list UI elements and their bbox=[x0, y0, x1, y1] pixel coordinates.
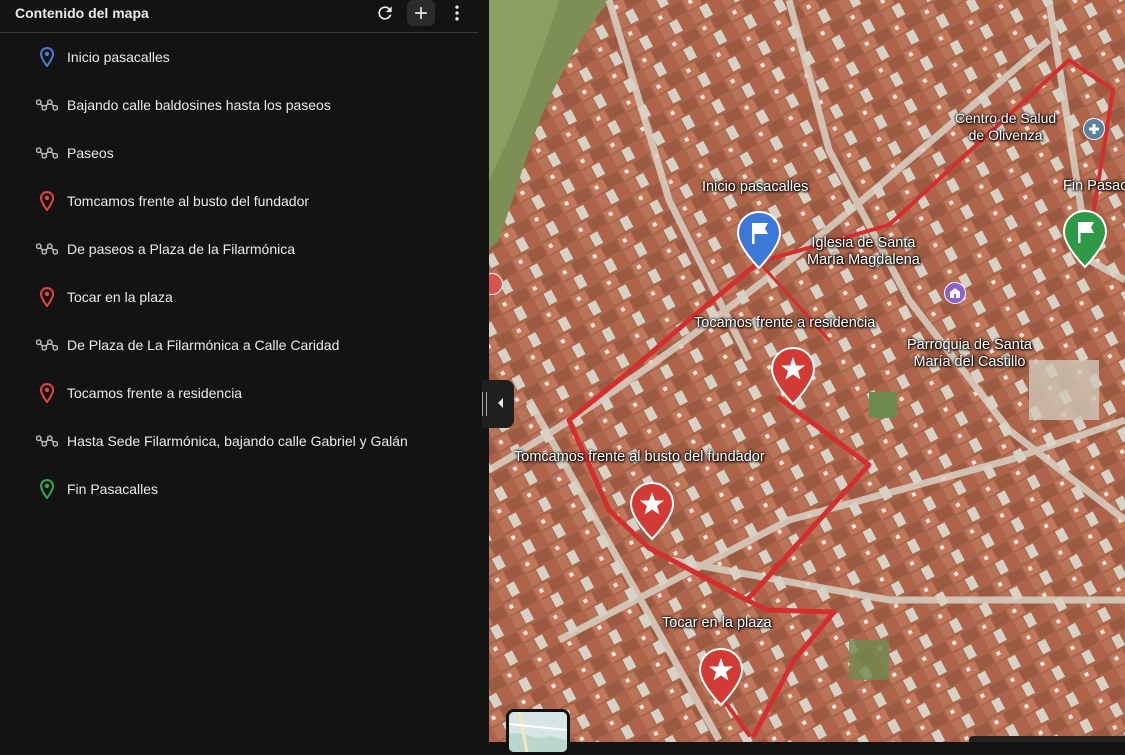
marker-fin-pasacalles[interactable] bbox=[1062, 209, 1108, 269]
label-centro-salud: Centro de Salud de Olivenza bbox=[955, 110, 1056, 144]
add-button[interactable] bbox=[407, 0, 435, 26]
list-item-paseos[interactable]: Paseos bbox=[0, 129, 478, 177]
list-item-hasta-sede-filarmonica[interactable]: Hasta Sede Filarmónica, bajando calle Ga… bbox=[0, 417, 478, 465]
map-label-text: Tomcamos frente al busto del fundador bbox=[514, 449, 765, 465]
list-item-tocar-en-la-plaza[interactable]: Tocar en la plaza bbox=[0, 273, 478, 321]
list-item-inicio-pasacalles[interactable]: Inicio pasacalles bbox=[0, 33, 478, 81]
label-iglesia-santa-maria-magdalena: Iglesia de Santa María Magdalena bbox=[807, 235, 920, 269]
list-item-label: Fin Pasacalles bbox=[67, 481, 159, 497]
map-layer-toggle[interactable] bbox=[506, 709, 570, 755]
more-vert-icon bbox=[455, 5, 459, 21]
list-item-label: De Plaza de La Filarmónica a Calle Carid… bbox=[67, 337, 340, 353]
church-icon[interactable] bbox=[944, 282, 966, 304]
map-contents-list: Inicio pasacalles Bajando calle baldosin… bbox=[0, 33, 478, 513]
location-pin-icon bbox=[36, 47, 58, 67]
panel-header: Contenido del mapa bbox=[0, 0, 478, 33]
marker-tocamos-frente-residencia[interactable] bbox=[770, 346, 816, 406]
list-item-label: Tocamos frente a residencia bbox=[67, 385, 243, 401]
list-item-bajando-calle-baldosines[interactable]: Bajando calle baldosines hasta los paseo… bbox=[0, 81, 478, 129]
panel-title: Contenido del mapa bbox=[15, 5, 149, 21]
path-icon bbox=[36, 95, 58, 115]
list-item-paseos-a-plaza[interactable]: De paseos a Plaza de la Filarmónica bbox=[0, 225, 478, 273]
satellite-map[interactable]: Centro de Salud de Olivenza Inicio pasac… bbox=[489, 0, 1125, 742]
marker-inicio-pasacalles[interactable] bbox=[736, 210, 782, 270]
plus-icon bbox=[415, 7, 427, 19]
map-contents-panel: Contenido del mapa Inicio pasacalles Baj… bbox=[0, 0, 488, 742]
drag-handle-icon[interactable] bbox=[482, 392, 487, 416]
star-marker-icon bbox=[770, 346, 816, 406]
collapse-panel-button[interactable] bbox=[482, 380, 514, 428]
label-tocamos-frente-residencia: Tocamos frente a residencia bbox=[694, 315, 875, 332]
list-item-label: Inicio pasacalles bbox=[67, 49, 170, 65]
path-icon bbox=[36, 335, 58, 355]
list-item-fin-pasacalles[interactable]: Fin Pasacalles bbox=[0, 465, 478, 513]
list-item-label: Paseos bbox=[67, 145, 114, 161]
health-center-icon[interactable] bbox=[1083, 118, 1105, 140]
list-item-busto-fundador[interactable]: Tomcamos frente al busto del fundador bbox=[0, 177, 478, 225]
flag-marker-icon bbox=[736, 210, 782, 270]
label-fin-pasacalles: Fin Pasacalles bbox=[1063, 178, 1125, 195]
label-parroquia-santa-maria-castillo: Parroquia de Santa María del Castillo bbox=[907, 337, 1032, 371]
label-tocar-en-la-plaza: Tocar en la plaza bbox=[662, 615, 772, 632]
map-label-text: Tocar en la plaza bbox=[662, 615, 772, 631]
list-item-label: De paseos a Plaza de la Filarmónica bbox=[67, 241, 296, 257]
marker-tocar-en-la-plaza[interactable] bbox=[698, 647, 744, 707]
list-item-label: Tomcamos frente al busto del fundador bbox=[67, 193, 310, 209]
path-icon bbox=[36, 143, 58, 163]
path-icon bbox=[36, 239, 58, 259]
list-item-plaza-a-calle-caridad[interactable]: De Plaza de La Filarmónica a Calle Carid… bbox=[0, 321, 478, 369]
bottom-control-strip bbox=[969, 736, 1125, 742]
map-label-text: Fin Pasacalles bbox=[1063, 178, 1125, 194]
path-icon bbox=[36, 431, 58, 451]
location-pin-icon bbox=[36, 479, 58, 499]
label-inicio-pasacalles: Inicio pasacalles bbox=[702, 179, 808, 196]
map-label-text: Centro de Salud de Olivenza bbox=[955, 110, 1057, 143]
list-item-label: Bajando calle baldosines hasta los paseo… bbox=[67, 97, 331, 113]
refresh-icon bbox=[378, 6, 392, 20]
label-busto-fundador: Tomcamos frente al busto del fundador bbox=[514, 449, 765, 466]
map-label-text: Parroquia de Santa María del Castillo bbox=[907, 337, 1032, 370]
more-options-button[interactable] bbox=[443, 0, 471, 26]
marker-busto-fundador[interactable] bbox=[629, 481, 675, 541]
location-pin-icon bbox=[36, 383, 58, 403]
map-label-text: Iglesia de Santa María Magdalena bbox=[807, 235, 920, 268]
list-item-label: Tocar en la plaza bbox=[67, 289, 173, 305]
list-item-label: Hasta Sede Filarmónica, bajando calle Ga… bbox=[67, 433, 408, 449]
list-item-tocamos-frente-residencia[interactable]: Tocamos frente a residencia bbox=[0, 369, 478, 417]
star-marker-icon bbox=[629, 481, 675, 541]
layers-thumbnail-icon bbox=[509, 712, 567, 752]
map-label-text: Inicio pasacalles bbox=[702, 179, 809, 195]
location-pin-icon bbox=[36, 191, 58, 211]
chevron-left-icon bbox=[498, 398, 503, 408]
location-pin-icon bbox=[36, 287, 58, 307]
refresh-button[interactable] bbox=[371, 0, 399, 26]
star-marker-icon bbox=[698, 647, 744, 707]
flag-marker-icon bbox=[1062, 209, 1108, 269]
map-label-text: Tocamos frente a residencia bbox=[694, 315, 876, 331]
